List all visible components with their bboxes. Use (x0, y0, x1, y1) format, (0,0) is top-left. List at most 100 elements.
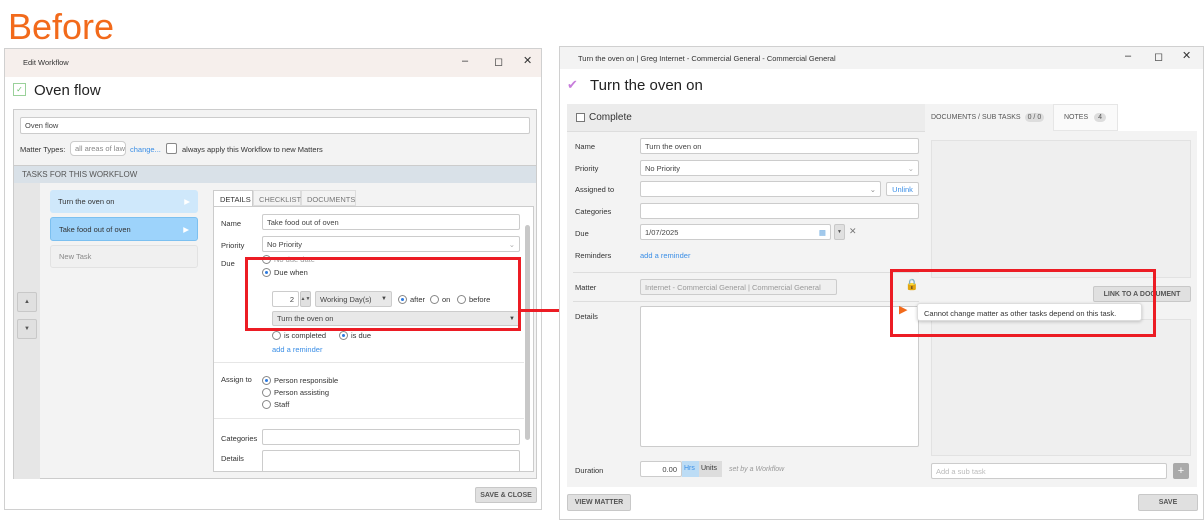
details-label: Details (221, 454, 244, 463)
tab-notes[interactable]: NOTES 4 (1053, 104, 1118, 131)
categories-input[interactable] (262, 429, 520, 445)
clear-due-icon[interactable]: ✕ (849, 226, 857, 237)
set-by-workflow-note: set by a Workflow (729, 466, 785, 473)
due-date-input[interactable]: 1/07/2025 ▦ (640, 224, 831, 240)
add-reminder-link[interactable]: add a reminder (272, 345, 322, 354)
chevron-right-icon: ▶ (184, 197, 190, 206)
tasks-header-label: TASKS FOR THIS WORKFLOW (22, 170, 138, 179)
divider (573, 301, 919, 302)
tab-details[interactable]: DETAILS (213, 190, 253, 206)
title-bar: Turn the oven on | Greg Internet - Comme… (560, 47, 1203, 69)
staff-radio[interactable]: Staff (262, 400, 289, 409)
chevron-down-icon: ⌄ (508, 239, 515, 249)
unlink-button[interactable]: Unlink (886, 182, 919, 196)
count-badge: 4 (1094, 113, 1107, 122)
assigned-to-label: Assigned to (575, 185, 615, 194)
task-item-selected[interactable]: Take food out of oven ▶ (50, 217, 198, 241)
page-title: Oven flow (34, 82, 101, 99)
priority-select[interactable]: No Priority ⌄ (640, 160, 919, 176)
matter-label: Matter (575, 283, 597, 292)
details-textarea[interactable] (640, 306, 919, 447)
task-name-input[interactable]: Turn the oven on (640, 138, 919, 154)
is-completed-radio[interactable]: is completed (272, 331, 326, 340)
priority-value: No Priority (645, 163, 681, 173)
chevron-down-icon: ⌄ (907, 163, 914, 173)
categories-label: Categories (221, 434, 258, 443)
task-item[interactable]: Turn the oven on ▶ (50, 190, 198, 213)
categories-input[interactable] (640, 203, 919, 219)
maximize-button[interactable]: ◻ (1154, 50, 1163, 63)
workflow-name-input[interactable]: Oven flow (20, 117, 530, 134)
window-title: Edit Workflow (23, 58, 69, 67)
task-checkmark-icon: ✔ (567, 77, 578, 92)
person-assisting-radio[interactable]: Person assisting (262, 388, 329, 397)
subtasks-list (931, 319, 1191, 456)
task-label: New Task (59, 252, 92, 261)
due-label: Due (221, 259, 235, 268)
priority-select[interactable]: No Priority ⌄ (262, 236, 520, 252)
tab-documents-subtasks[interactable]: DOCUMENTS / SUB TASKS 0 / 0 (925, 104, 1053, 131)
hrs-toggle[interactable]: Hrs (682, 461, 699, 477)
radio-label: Person assisting (274, 388, 330, 397)
due-when-highlight (245, 257, 521, 331)
always-apply-checkbox[interactable] (166, 143, 177, 154)
units-toggle[interactable]: Units (699, 461, 722, 477)
duration-input[interactable]: 0.00 (640, 461, 682, 477)
add-reminder-link[interactable]: add a reminder (640, 251, 690, 260)
view-matter-button[interactable]: VIEW MATTER (567, 494, 631, 511)
task-name-input[interactable]: Take food out of oven (262, 214, 520, 230)
details-textarea[interactable] (262, 450, 520, 471)
tab-documents[interactable]: DOCUMENTS (301, 190, 356, 206)
radio-label: Person responsible (274, 376, 339, 385)
window-title: Turn the oven on | Greg Internet - Comme… (578, 54, 836, 63)
details-panel: Name Take food out of oven Priority No P… (213, 206, 534, 472)
task-form-panel: Complete Name Turn the oven on Priority … (567, 104, 925, 487)
complete-checkbox[interactable] (576, 113, 585, 122)
minimize-button[interactable]: – (1125, 50, 1131, 62)
move-down-button[interactable]: ▼ (17, 319, 37, 339)
tasks-header: TASKS FOR THIS WORKFLOW (14, 165, 536, 183)
tab-label: DOCUMENTS / SUB TASKS (931, 114, 1021, 121)
is-due-radio[interactable]: is due (339, 331, 371, 340)
maximize-button[interactable]: ◻ (494, 55, 503, 68)
calendar-icon[interactable]: ▦ (819, 228, 826, 237)
divider (214, 362, 524, 363)
radio-label: is due (351, 331, 372, 340)
matter-input: Internet - Commercial General | Commerci… (640, 279, 837, 295)
radio-label: Staff (274, 400, 290, 409)
minimize-button[interactable]: – (462, 55, 468, 67)
radio-icon (339, 331, 348, 340)
scrollbar[interactable] (525, 225, 530, 440)
assigned-to-select[interactable]: ⌄ (640, 181, 881, 197)
save-button[interactable]: SAVE (1138, 494, 1198, 511)
add-subtask-button[interactable]: + (1173, 463, 1189, 479)
close-button[interactable]: ✕ (1182, 49, 1191, 62)
matter-types-label: Matter Types: (20, 145, 66, 154)
divider (573, 272, 919, 273)
new-task-item[interactable]: New Task (50, 245, 198, 268)
priority-label: Priority (221, 241, 245, 250)
categories-label: Categories (575, 207, 612, 216)
change-matter-types-link[interactable]: change... (130, 145, 161, 154)
assign-to-label: Assign to (221, 375, 252, 384)
always-apply-label: always apply this Workflow to new Matter… (182, 145, 323, 154)
add-subtask-input[interactable]: Add a sub task (931, 463, 1167, 479)
title-bar: Edit Workflow – ◻ ✕ (5, 49, 541, 77)
priority-value: No Priority (267, 239, 303, 249)
move-up-button[interactable]: ▲ (17, 292, 37, 312)
task-label: Turn the oven on (58, 197, 115, 206)
tab-checklist[interactable]: CHECKLIST (253, 190, 301, 206)
count-badge: 0 / 0 (1024, 113, 1045, 122)
duration-label: Duration (575, 466, 604, 475)
due-dropdown-button[interactable]: ▼ (834, 224, 845, 240)
close-button[interactable]: ✕ (523, 54, 532, 67)
radio-icon (272, 331, 281, 340)
chevron-down-icon: ⌄ (869, 184, 876, 194)
before-label: Before (8, 6, 115, 47)
documents-list (931, 140, 1191, 278)
radio-icon (262, 400, 271, 409)
due-label: Due (575, 229, 589, 238)
save-close-button[interactable]: SAVE & CLOSE (475, 487, 537, 503)
radio-label: is completed (284, 331, 327, 340)
person-responsible-radio[interactable]: Person responsible (262, 376, 338, 385)
